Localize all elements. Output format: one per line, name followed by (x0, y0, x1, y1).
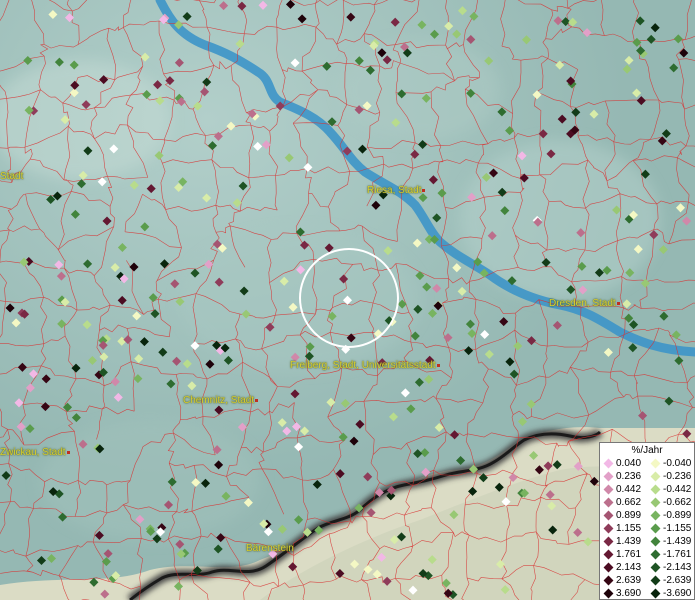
legend-swatch (650, 536, 661, 547)
legend-swatch (650, 562, 661, 573)
legend-entry-positive: 0.040 (600, 458, 647, 469)
legend-row: 2.143 -2.143 (600, 561, 694, 574)
legend-row: 0.442 -0.442 (600, 483, 694, 496)
legend-value: -0.662 (663, 497, 692, 508)
legend-value: 1.761 (616, 549, 642, 560)
city-label-zwickau: Zwickau, Stadt (0, 447, 70, 458)
legend-value: -2.143 (663, 562, 692, 573)
legend-entry-negative: -3.690 (647, 588, 694, 599)
legend-value: -3.690 (663, 588, 692, 599)
legend-entry-positive: 0.236 (600, 471, 647, 482)
legend-row: 0.236 -0.236 (600, 470, 694, 483)
city-label-chemnitz: Chemnitz, Stadt (183, 395, 259, 406)
legend-row: 2.639 -2.639 (600, 574, 694, 587)
legend-entry-positive: 0.899 (600, 510, 647, 521)
city-label-freiberg: Freiberg, Stadt, Universitätsstadt (290, 360, 440, 371)
legend-value: 0.662 (616, 497, 642, 508)
legend-row: 0.662 -0.662 (600, 496, 694, 509)
legend-value: -0.442 (663, 484, 692, 495)
legend-entry-positive: 1.761 (600, 549, 647, 560)
legend-entry-negative: -1.761 (647, 549, 694, 560)
legend-swatch (650, 497, 661, 508)
legend-value: -1.439 (663, 536, 692, 547)
legend-value: 2.143 (616, 562, 642, 573)
legend-unit: %/Jahr (631, 445, 663, 456)
legend-entry-positive: 0.662 (600, 497, 647, 508)
legend-swatch (603, 510, 614, 521)
legend-row: 1.761 -1.761 (600, 548, 694, 561)
legend-swatch (650, 588, 661, 599)
legend-entry-positive: 3.690 (600, 588, 647, 599)
legend-value: 1.439 (616, 536, 642, 547)
legend-entry-positive: 0.442 (600, 484, 647, 495)
legend-entry-positive: 1.155 (600, 523, 647, 534)
legend-entry-negative: -1.439 (647, 536, 694, 547)
legend-rows: 0.040 -0.040 0.236 -0.236 0.442 -0.442 0.662 -0… (600, 457, 694, 600)
legend-value: -0.899 (663, 510, 692, 521)
legend-row: 0.899 -0.899 (600, 509, 694, 522)
legend-swatch (603, 588, 614, 599)
legend-entry-positive: 1.439 (600, 536, 647, 547)
legend-value: 3.690 (616, 588, 642, 599)
legend-entry-negative: -1.155 (647, 523, 694, 534)
legend-swatch (603, 484, 614, 495)
legend-swatch (650, 523, 661, 534)
city-label-baerenstein: Bärenstein (246, 543, 294, 554)
legend-value: -1.155 (663, 523, 692, 534)
legend-row: 0.040 -0.040 (600, 457, 694, 470)
legend-swatch (650, 510, 661, 521)
legend-value: 0.899 (616, 510, 642, 521)
legend-value: 2.639 (616, 575, 642, 586)
city-label-riesa: Riesa, Stadt (367, 185, 426, 196)
legend-swatch (603, 523, 614, 534)
legend-row: 1.155 -1.155 (600, 522, 694, 535)
legend-entry-negative: -2.639 (647, 575, 694, 586)
legend-swatch (650, 471, 661, 482)
legend-swatch (603, 575, 614, 586)
legend-entry-negative: -0.662 (647, 497, 694, 508)
legend-entry-negative: -2.143 (647, 562, 694, 573)
city-label-dresden: Dresden, Stadt (549, 298, 620, 309)
legend-value: 0.236 (616, 471, 642, 482)
legend-entry-negative: -0.236 (647, 471, 694, 482)
legend-swatch (650, 549, 661, 560)
legend-value: 1.155 (616, 523, 642, 534)
legend-entry-negative: -0.040 (647, 458, 694, 469)
legend-swatch (603, 562, 614, 573)
city-label-partial: Stadt (0, 171, 24, 182)
legend-row: 1.439 -1.439 (600, 535, 694, 548)
legend-entry-negative: -0.899 (647, 510, 694, 521)
map-legend: %/Jahr 0.040 -0.040 0.236 -0.236 0.442 -0.442… (599, 442, 695, 600)
legend-value: -0.236 (663, 471, 692, 482)
legend-value: -2.639 (663, 575, 692, 586)
legend-entry-positive: 2.639 (600, 575, 647, 586)
legend-swatch (603, 458, 614, 469)
legend-swatch (650, 575, 661, 586)
legend-entry-negative: -0.442 (647, 484, 694, 495)
legend-row: 3.690 -3.690 (600, 587, 694, 600)
legend-swatch (650, 484, 661, 495)
legend-swatch (603, 536, 614, 547)
legend-value: 0.040 (616, 458, 642, 469)
legend-entry-positive: 2.143 (600, 562, 647, 573)
legend-swatch (650, 458, 661, 469)
legend-value: -0.040 (663, 458, 692, 469)
legend-value: 0.442 (616, 484, 642, 495)
legend-swatch (603, 497, 614, 508)
legend-swatch (603, 471, 614, 482)
legend-value: -1.761 (663, 549, 692, 560)
legend-swatch (603, 549, 614, 560)
